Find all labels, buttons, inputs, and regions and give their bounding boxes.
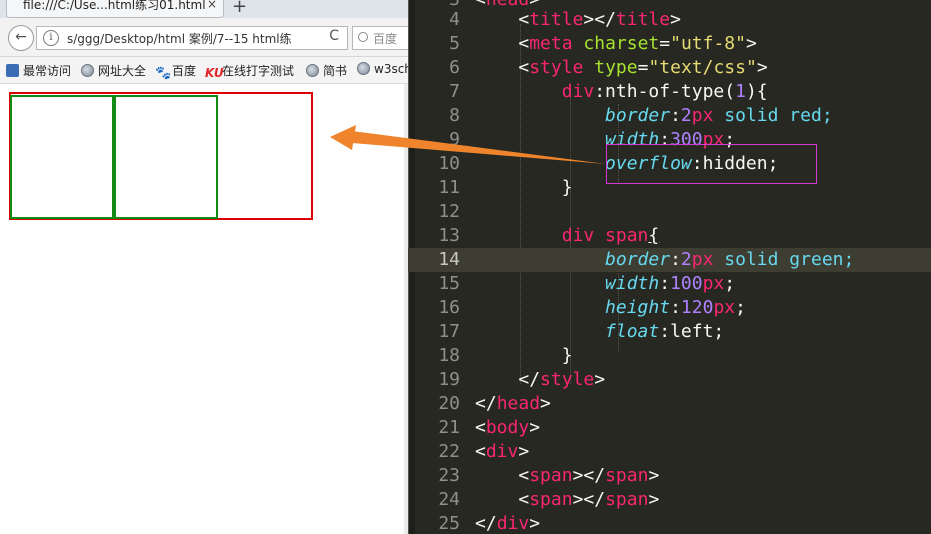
globe-icon [306, 64, 319, 77]
code-line[interactable]: 6 <style type="text/css"> [408, 56, 931, 80]
line-number: 7 [449, 81, 460, 102]
line-number: 6 [449, 57, 460, 78]
baidu-paw-icon: 🐾 [155, 66, 172, 81]
url-text[interactable]: s/ggg/Desktop/html 案例/7--15 html练 [67, 30, 292, 47]
new-tab-icon[interactable]: + [232, 0, 247, 17]
code-line[interactable]: 19 </style> [408, 368, 931, 392]
line-number: 20 [438, 393, 460, 414]
bookmark-item[interactable]: w3sch [357, 62, 408, 78]
code-line[interactable]: 25 </div> [408, 512, 931, 534]
bookmark-label: 在线打字测试 [222, 64, 295, 78]
line-number: 9 [449, 129, 460, 150]
line-number: 14 [438, 249, 460, 270]
code-line[interactable]: 22 <div> [408, 440, 931, 464]
bookmark-item[interactable]: 简书 [306, 62, 347, 78]
overflow-highlight-box [606, 144, 817, 184]
code-line[interactable]: 16 height:120px; [408, 296, 931, 320]
browser-tab[interactable]: file:///C:/Use...html练习01.html × [6, 0, 224, 18]
line-number: 23 [438, 465, 460, 486]
line-number: 5 [449, 33, 460, 54]
bookmark-item[interactable]: 🐾百度 [155, 62, 197, 81]
line-number: 13 [438, 225, 460, 246]
line-number: 18 [438, 345, 460, 366]
bookmark-label: 网址大全 [98, 64, 147, 78]
line-number: 16 [438, 297, 460, 318]
line-number: 8 [449, 105, 460, 126]
line-number: 10 [438, 153, 460, 174]
search-placeholder: 百度 [373, 32, 398, 46]
back-button[interactable]: ← [8, 25, 34, 51]
code-line[interactable]: 4 <title></title> [408, 8, 931, 32]
code-line-active[interactable]: 14 border:2px solid green; [408, 248, 931, 272]
line-number: 12 [438, 201, 460, 222]
code-line[interactable]: 8 border:2px solid red; [408, 104, 931, 128]
bookmark-item[interactable]: 最常访问 [6, 62, 71, 78]
line-number: 11 [438, 177, 460, 198]
page-viewport [0, 84, 408, 534]
code-line[interactable]: 7 div:nth-of-type(1){ [408, 80, 931, 104]
demo-div-red-border [9, 92, 313, 220]
bookmark-label: w3sch [374, 62, 408, 76]
code-line[interactable]: 20 </head> [408, 392, 931, 416]
line-number: 24 [438, 489, 460, 510]
bookmark-item[interactable]: KU在线打字测试 [205, 62, 295, 80]
bookmarks-toolbar: 最常访问 网址大全 🐾百度 KU在线打字测试 简书 w3sch [0, 57, 408, 84]
line-number: 17 [438, 321, 460, 342]
navigation-bar: ← i s/ggg/Desktop/html 案例/7--15 html练 C … [0, 18, 408, 57]
line-number: 25 [438, 513, 460, 534]
code-line[interactable]: 5 <meta charset="utf-8"> [408, 32, 931, 56]
demo-span-2 [114, 95, 218, 219]
tab-title: file:///C:/Use...html练习01.html [23, 0, 206, 12]
line-number: 15 [438, 273, 460, 294]
code-editor[interactable]: 3<head> 4 <title></title> 5 <meta charse… [408, 0, 931, 534]
line-number: 19 [438, 369, 460, 390]
browser-window: file:///C:/Use...html练习01.html × + ← i s… [0, 0, 408, 534]
close-icon[interactable]: × [207, 0, 217, 11]
bookmark-label: 最常访问 [23, 64, 72, 78]
line-number: 22 [438, 441, 460, 462]
bookmark-label: 简书 [323, 64, 348, 78]
code-line[interactable]: 15 width:100px; [408, 272, 931, 296]
code-line[interactable]: 12 [408, 200, 931, 224]
globe-icon [81, 64, 94, 77]
search-icon [358, 32, 368, 42]
code-line[interactable]: 24 <span></span> [408, 488, 931, 512]
info-icon[interactable]: i [43, 30, 59, 46]
code-line[interactable]: 17 float:left; [408, 320, 931, 344]
code-line[interactable]: 18 } [408, 344, 931, 368]
demo-span-1 [10, 95, 114, 219]
line-number: 4 [449, 9, 460, 30]
bookmark-icon [6, 64, 19, 77]
globe-icon [357, 62, 370, 75]
bookmark-item[interactable]: 网址大全 [81, 62, 146, 78]
address-bar[interactable]: i s/ggg/Desktop/html 案例/7--15 html练 C [36, 26, 348, 50]
ku-icon: KU [205, 66, 224, 80]
code-line[interactable]: 21 <body> [408, 416, 931, 440]
code-line[interactable]: 13 div span{ [408, 224, 931, 248]
tab-bar: file:///C:/Use...html练习01.html × + [0, 0, 408, 18]
reload-icon[interactable]: C [329, 28, 339, 44]
bookmark-label: 百度 [172, 64, 197, 78]
search-input[interactable]: 百度 [352, 26, 408, 50]
code-line[interactable]: 23 <span></span> [408, 464, 931, 488]
line-number: 21 [438, 417, 460, 438]
